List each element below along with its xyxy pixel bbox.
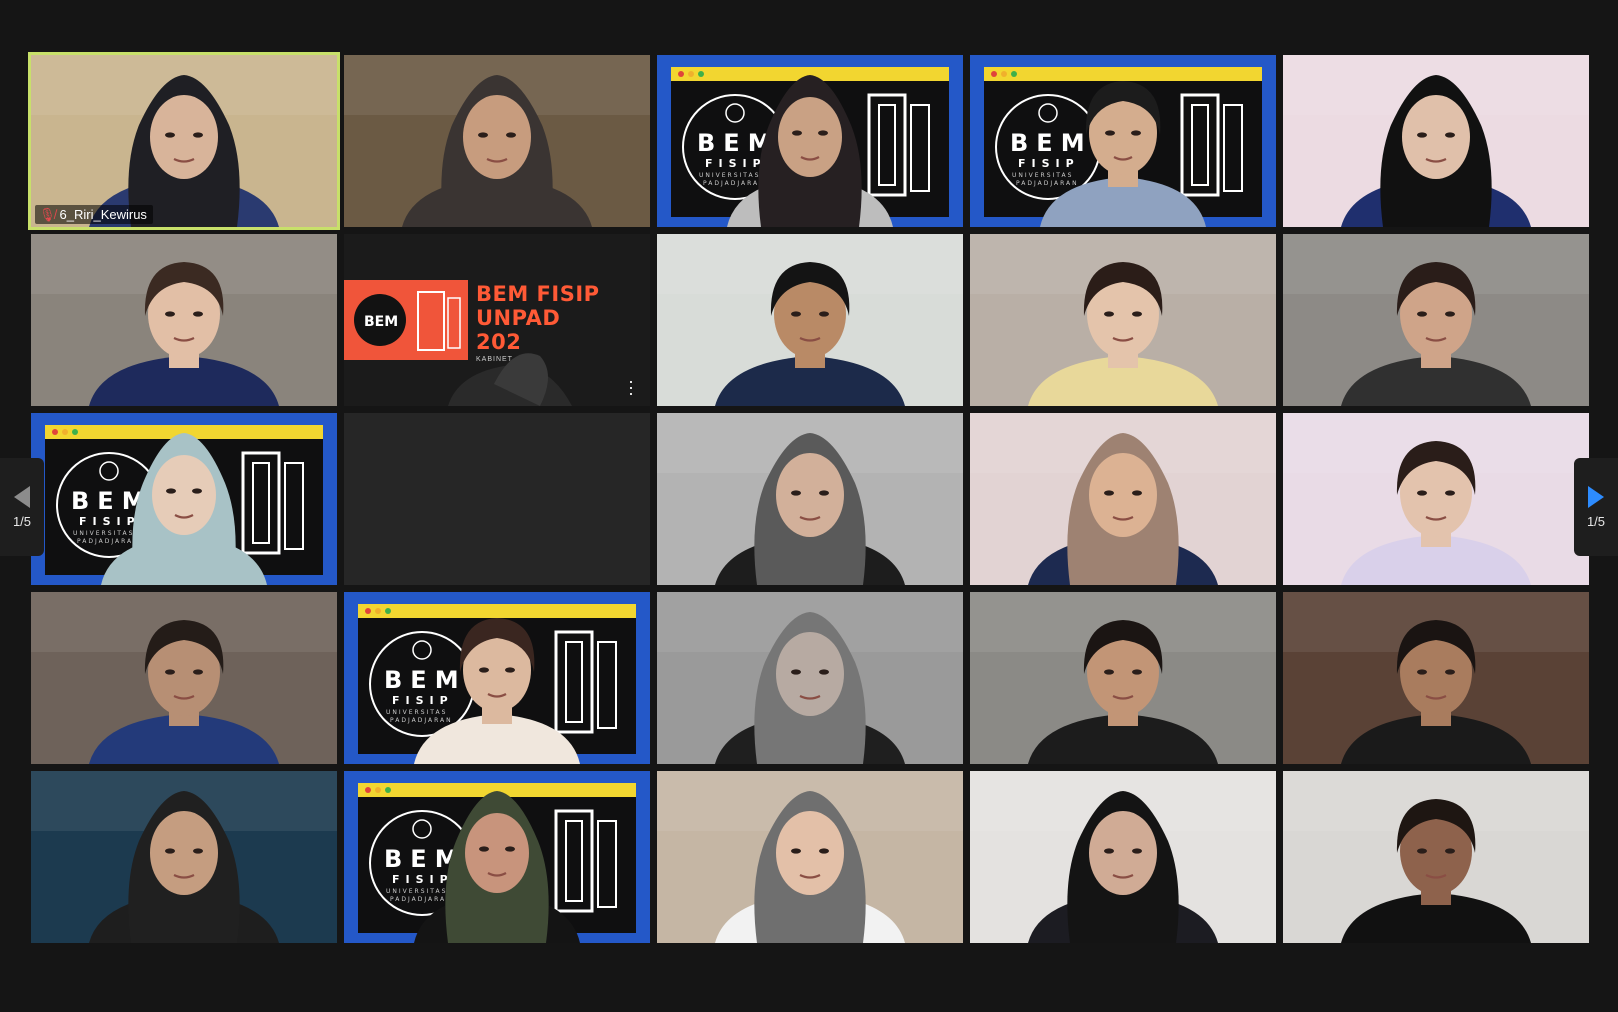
video-feed [970, 771, 1276, 943]
svg-text:PADJADJARAN: PADJADJARAN [703, 180, 766, 187]
video-feed [1283, 234, 1589, 406]
video-feed [1283, 55, 1589, 227]
svg-text:PADJADJARAN: PADJADJARAN [77, 538, 140, 545]
participant-video-tile[interactable] [970, 234, 1276, 406]
svg-text:FISIP: FISIP [392, 694, 454, 707]
video-feed [31, 55, 337, 227]
participant-video-tile[interactable]: BEM FISIP UNIVERSITAS PADJADJARAN [970, 55, 1276, 227]
video-feed [31, 592, 337, 764]
svg-text:UNIVERSITAS: UNIVERSITAS [699, 172, 760, 179]
slide-title: BEM FISIP UNPAD 202 [476, 282, 600, 354]
participant-video-tile[interactable]: BEM FISIP UNIVERSITAS PADJADJARAN [344, 592, 650, 764]
svg-text:BEM: BEM [364, 314, 398, 330]
active-speaker-tile[interactable]: 🎙︎̸ 6_Riri_Kewirus [28, 52, 340, 230]
video-feed [970, 592, 1276, 764]
more-options-icon[interactable]: · · · [628, 372, 634, 402]
participant-video-tile[interactable]: BEM FISIP UNIVERSITAS PADJADJARAN [657, 55, 963, 227]
video-feed [657, 771, 963, 943]
participant-video-tile[interactable]: BEM FISIP UNIVERSITAS PADJADJARAN [344, 771, 650, 943]
svg-text:BEM: BEM [384, 666, 467, 694]
video-feed [657, 413, 963, 585]
video-feed [344, 55, 650, 227]
video-feed [657, 234, 963, 406]
participant-video-tile[interactable] [31, 771, 337, 943]
page-indicator-left: 1/5 [12, 513, 32, 529]
virtual-background: BEMFISIPUNIVERSITASPADJADJARAN [344, 771, 650, 943]
virtual-background: BEMFISIP UNIVERSITASPADJADJARAN [970, 55, 1276, 227]
svg-text:UNIVERSITAS: UNIVERSITAS [73, 530, 134, 537]
participant-video-tile[interactable] [1283, 55, 1589, 227]
mic-muted-icon: 🎙︎̸ [39, 207, 56, 222]
participant-name-tag: 🎙︎̸ 6_Riri_Kewirus [35, 205, 153, 224]
virtual-background: BEMFISIPUNIVERSITASPADJADJARAN [31, 413, 337, 585]
participant-video-tile[interactable] [657, 413, 963, 585]
video-feed [970, 234, 1276, 406]
participant-video-tile[interactable] [31, 592, 337, 764]
svg-text:UNIVERSITAS: UNIVERSITAS [1012, 172, 1073, 179]
video-feed [31, 771, 337, 943]
video-feed [1283, 771, 1589, 943]
svg-text:FISIP: FISIP [705, 157, 767, 170]
participant-video-tile[interactable] [31, 234, 337, 406]
participant-video-tile[interactable] [657, 592, 963, 764]
participant-video-tile[interactable] [970, 771, 1276, 943]
svg-text:FISIP: FISIP [392, 873, 454, 886]
participant-video-tile[interactable] [657, 234, 963, 406]
participant-video-tile[interactable]: BEM FISIP UNIVERSITAS PADJADJARAN [31, 413, 337, 585]
video-feed [31, 234, 337, 406]
participant-video-tile[interactable] [1283, 771, 1589, 943]
svg-text:BEM: BEM [1010, 129, 1093, 157]
virtual-background: BEMFISIP UNIVERSITASPADJADJARAN [344, 592, 650, 764]
participant-video-tile[interactable] [1283, 234, 1589, 406]
next-page-button[interactable]: 1/5 [1574, 458, 1618, 556]
participant-video-tile[interactable] [657, 771, 963, 943]
participant-video-tile[interactable] [344, 55, 650, 227]
video-feed [657, 592, 963, 764]
page-indicator-right: 1/5 [1586, 513, 1606, 529]
svg-text:FISIP: FISIP [1018, 157, 1080, 170]
participant-video-tile[interactable] [970, 592, 1276, 764]
previous-page-button[interactable]: 1/5 [0, 458, 44, 556]
svg-text:PADJADJARAN: PADJADJARAN [390, 717, 453, 724]
svg-text:PADJADJARAN: PADJADJARAN [390, 896, 453, 903]
participant-video-tile[interactable] [1283, 413, 1589, 585]
video-feed [970, 413, 1276, 585]
participant-video-tile[interactable] [1283, 592, 1589, 764]
participant-video-tile[interactable] [970, 413, 1276, 585]
svg-text:UNIVERSITAS: UNIVERSITAS [386, 888, 447, 895]
chevron-right-icon [1588, 485, 1604, 508]
svg-text:PADJADJARAN: PADJADJARAN [1016, 180, 1079, 187]
slide-subtitle: KABINET [476, 356, 513, 363]
gallery-view: 🎙︎̸ 6_Riri_Kewirus BEM FISIP UNIVERSITAS PADJ… [0, 0, 1618, 1012]
virtual-background: BEMFISIPUNIVERSITASPADJADJARAN [657, 55, 963, 227]
empty-video-tile [344, 413, 650, 585]
screen-share-tile[interactable]: BEM BEM FISIP UNPAD 202 KABINET · · · [344, 234, 650, 406]
svg-text:UNIVERSITAS: UNIVERSITAS [386, 709, 447, 716]
video-grid: 🎙︎̸ 6_Riri_Kewirus BEM FISIP UNIVERSITAS PADJ… [28, 52, 1589, 943]
chevron-left-icon [14, 485, 30, 508]
svg-text:FISIP: FISIP [79, 515, 141, 528]
video-feed [1283, 592, 1589, 764]
participant-name: 6_Riri_Kewirus [59, 207, 147, 222]
video-feed [1283, 413, 1589, 585]
